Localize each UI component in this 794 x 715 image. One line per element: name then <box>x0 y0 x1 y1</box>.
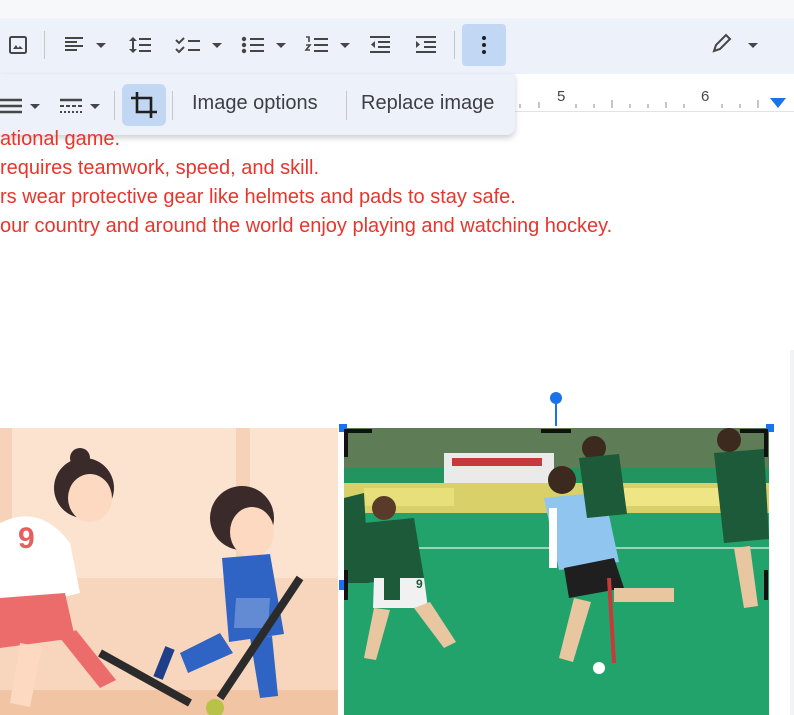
numbered-list-button[interactable] <box>302 25 358 65</box>
page-edge <box>790 350 794 715</box>
hockey-match-photo: 9 <box>344 428 769 715</box>
toolbar-divider <box>454 31 455 59</box>
crop-handle-right-center[interactable] <box>764 570 768 600</box>
image-toolbar-divider <box>346 91 347 120</box>
doc-line-1: ational game. <box>0 128 121 150</box>
image-toolbar-divider <box>172 91 173 120</box>
editing-mode-pencil-icon <box>712 33 758 53</box>
toolbar-divider <box>44 31 45 59</box>
doc-line-4: our country and around the world enjoy p… <box>0 215 613 237</box>
rotate-handle[interactable] <box>550 392 562 404</box>
border-weight-icon <box>0 98 40 114</box>
top-strip <box>0 0 794 18</box>
border-dash-button[interactable] <box>58 92 108 120</box>
align-icon <box>65 37 106 51</box>
line-spacing-button[interactable] <box>122 25 158 65</box>
border-weight-button[interactable] <box>0 92 48 120</box>
field-hockey-photo-image[interactable]: 9 <box>344 428 769 715</box>
cartoon-hockey-players-image[interactable]: 9 <box>0 428 338 715</box>
replace-image-button[interactable]: Replace image <box>361 92 494 115</box>
image-toolbar: Image options Replace image <box>0 74 515 135</box>
border-dash-icon <box>60 98 100 113</box>
svg-text:9: 9 <box>18 522 35 555</box>
numbered-list-icon <box>304 36 350 52</box>
editing-mode-button[interactable] <box>708 25 768 65</box>
insert-image-button[interactable] <box>0 25 36 65</box>
checklist-button[interactable] <box>172 25 228 65</box>
formatting-toolbar <box>0 18 794 74</box>
ruler-mark-5: 5 <box>557 88 566 105</box>
jersey-number: 9 <box>416 577 423 591</box>
image-toolbar-divider <box>114 91 115 120</box>
crop-button[interactable] <box>122 84 166 126</box>
decrease-indent-icon <box>370 36 390 53</box>
bulleted-list-button[interactable] <box>238 25 294 65</box>
crop-handle-top-right[interactable] <box>740 429 768 457</box>
line-spacing-icon <box>129 37 151 53</box>
doc-line-3: rs wear protective gear like helmets and… <box>0 186 516 208</box>
doc-line-2: requires teamwork, speed, and skill. <box>0 157 320 179</box>
bulleted-list-icon <box>241 36 286 54</box>
increase-indent-icon <box>416 36 436 53</box>
rotate-handle-stem <box>555 404 557 426</box>
more-options-button[interactable] <box>462 24 506 66</box>
image-options-button[interactable]: Image options <box>192 92 318 115</box>
align-button[interactable] <box>58 25 114 65</box>
crop-icon <box>131 92 157 118</box>
crop-handle-top-center[interactable] <box>541 429 571 433</box>
ruler-mark-6: 6 <box>701 88 710 105</box>
crop-handle-top-left[interactable] <box>344 429 372 457</box>
increase-indent-button[interactable] <box>410 25 442 65</box>
crop-handle-left-center[interactable] <box>344 570 348 600</box>
more-options-icon <box>482 36 486 54</box>
cartoon-illustration: 9 <box>0 428 338 715</box>
insert-image-icon <box>9 36 27 54</box>
right-margin-marker[interactable] <box>770 98 786 108</box>
checklist-icon <box>175 37 222 54</box>
decrease-indent-button[interactable] <box>364 25 396 65</box>
